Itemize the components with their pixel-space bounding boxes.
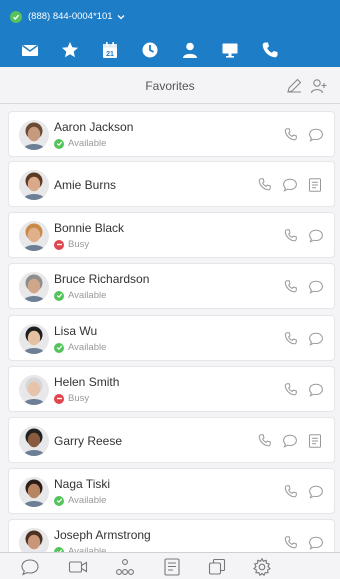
contact-name: Lisa Wu — [54, 324, 98, 338]
avatar — [19, 477, 49, 507]
presence-status: Busy — [54, 393, 89, 404]
presence-label: Busy — [68, 393, 90, 404]
contact-row[interactable]: Garry Reese — [8, 417, 335, 463]
monitor-icon[interactable] — [210, 33, 250, 67]
presence-status: Available — [54, 342, 106, 353]
pencil-edit-icon[interactable] — [283, 75, 305, 97]
presence-status: Available — [54, 138, 106, 149]
presence-label: Busy — [68, 239, 90, 250]
line-status-bar[interactable]: (888) 844-0004*101 — [0, 0, 340, 33]
available-check-icon — [54, 495, 64, 506]
video-camera-icon[interactable] — [66, 556, 90, 578]
clock-icon[interactable] — [130, 33, 170, 67]
people-dots-icon[interactable] — [113, 556, 137, 578]
phone-call-icon[interactable] — [281, 482, 301, 502]
calendar-icon[interactable]: 21 — [90, 33, 130, 67]
favorites-header: Favorites — [0, 67, 340, 104]
presence-status: Busy — [54, 239, 89, 250]
phone-call-icon[interactable] — [281, 533, 301, 552]
chat-bubble-icon[interactable] — [306, 380, 326, 400]
avatar — [19, 221, 49, 251]
chat-bubble-icon[interactable] — [306, 482, 326, 502]
add-contact-icon[interactable] — [308, 75, 330, 97]
avatar — [19, 170, 49, 200]
available-check-icon — [10, 10, 22, 23]
phone-call-icon[interactable] — [255, 175, 275, 195]
contact-row[interactable]: Helen Smith Busy — [8, 366, 335, 412]
chat-bubble-icon[interactable] — [306, 277, 326, 297]
available-check-icon — [54, 138, 64, 149]
phone-call-icon[interactable] — [281, 277, 301, 297]
contact-row[interactable]: Naga Tiski Available — [8, 468, 335, 514]
contact-row[interactable]: Bruce Richardson Available — [8, 263, 335, 309]
favorites-list[interactable]: Aaron Jackson Available Amie Burns Bonnie B… — [0, 104, 340, 552]
top-nav: 21 — [0, 33, 340, 67]
contact-row[interactable]: Joseph Armstrong Available — [8, 519, 335, 552]
notes-icon[interactable] — [305, 431, 325, 451]
person-icon[interactable] — [170, 33, 210, 67]
available-check-icon — [54, 342, 64, 353]
contact-name: Helen Smith — [54, 375, 120, 389]
chevron-down-icon[interactable] — [117, 14, 125, 20]
contact-name: Amie Burns — [54, 178, 117, 192]
contact-name: Naga Tiski — [54, 477, 111, 491]
contact-row[interactable]: Bonnie Black Busy — [8, 212, 335, 258]
chat-bubble-icon[interactable] — [306, 329, 326, 349]
contact-name: Joseph Armstrong — [54, 528, 151, 542]
phone-call-icon[interactable] — [281, 125, 301, 145]
contact-row[interactable]: Amie Burns — [8, 161, 335, 207]
contact-name: Bonnie Black — [54, 221, 125, 235]
chat-bubble-icon[interactable] — [280, 175, 300, 195]
chat-bubble-icon[interactable] — [280, 431, 300, 451]
busy-icon — [54, 239, 64, 250]
busy-icon — [54, 393, 64, 404]
contact-name: Aaron Jackson — [54, 120, 134, 134]
presence-label: Available — [68, 495, 107, 506]
phone-icon[interactable] — [250, 33, 290, 67]
contact-name: Garry Reese — [54, 434, 123, 448]
chat-bubble-icon[interactable] — [306, 533, 326, 552]
calendar-day: 21 — [106, 51, 114, 58]
presence-label: Available — [68, 138, 107, 149]
contact-row[interactable]: Aaron Jackson Available — [8, 111, 335, 157]
presence-status: Available — [54, 495, 106, 506]
bottom-toolbar — [0, 552, 340, 579]
contact-row[interactable]: Lisa Wu Available — [8, 315, 335, 361]
avatar — [19, 120, 49, 150]
phone-call-icon[interactable] — [281, 329, 301, 349]
notes-icon[interactable] — [305, 175, 325, 195]
contact-name: Bruce Richardson — [54, 272, 150, 286]
notes-icon[interactable] — [160, 556, 184, 578]
phone-call-icon[interactable] — [255, 431, 275, 451]
star-icon[interactable] — [50, 33, 90, 67]
chat-bubble-icon[interactable] — [306, 226, 326, 246]
avatar — [19, 375, 49, 405]
avatar — [19, 272, 49, 302]
envelope-icon[interactable] — [10, 33, 50, 67]
available-check-icon — [54, 290, 64, 301]
phone-line-number: (888) 844-0004*101 — [28, 11, 113, 22]
presence-label: Available — [68, 290, 107, 301]
chat-bubble-icon[interactable] — [18, 556, 42, 578]
phone-call-icon[interactable] — [281, 226, 301, 246]
phone-call-icon[interactable] — [281, 380, 301, 400]
copy-window-icon[interactable] — [205, 556, 229, 578]
presence-status: Available — [54, 290, 106, 301]
avatar — [19, 528, 49, 552]
avatar — [19, 426, 49, 456]
avatar — [19, 324, 49, 354]
presence-label: Available — [68, 342, 107, 353]
settings-gear-icon[interactable] — [250, 556, 274, 578]
chat-bubble-icon[interactable] — [306, 125, 326, 145]
